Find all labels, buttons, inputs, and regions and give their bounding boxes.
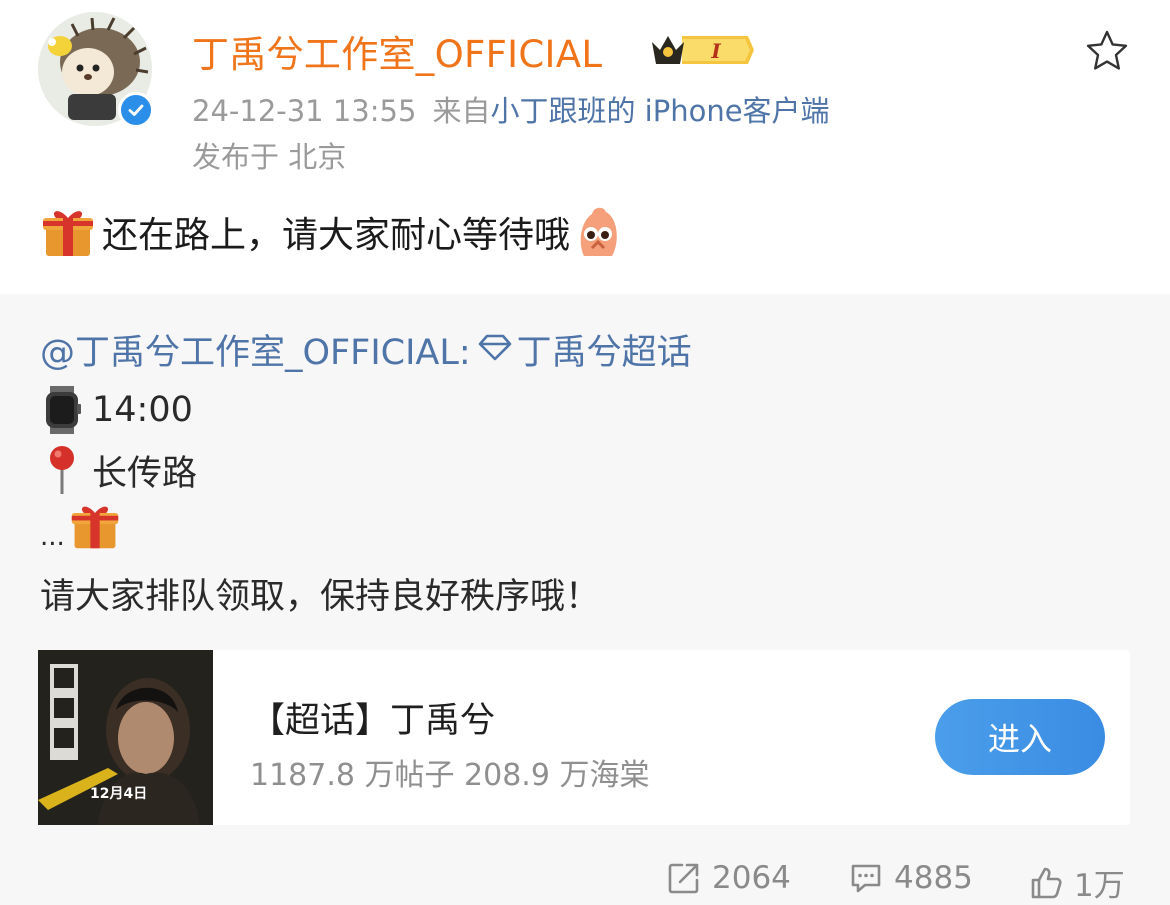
post-body: 还在路上，请大家耐心等待哦: [40, 204, 622, 260]
verified-badge-icon: [118, 92, 154, 128]
retweet-header: @丁禹兮工作室_OFFICIAL: 丁禹兮超话: [40, 324, 692, 375]
post-meta: 24-12-31 13:55 来自小丁跟班的 iPhone客户端: [192, 88, 830, 130]
comment-icon: [851, 864, 881, 893]
event-place-line: 长传路: [40, 444, 197, 496]
thumbs-up-icon: [1031, 867, 1062, 898]
supertopic-card[interactable]: 12月4日 【超话】丁禹兮 1187.8 万帖子 208.9 万海棠 进入: [38, 650, 1130, 825]
post-text: 还在路上，请大家耐心等待哦: [102, 215, 571, 256]
queue-notice: 请大家排队领取，保持良好秩序哦！: [40, 577, 601, 617]
comment-count: 4885: [894, 860, 973, 896]
repost-count: 2064: [712, 860, 791, 896]
supertopic-link[interactable]: 丁禹兮超话: [517, 324, 692, 375]
star-icon[interactable]: [1084, 28, 1130, 74]
post-location: 发布于 北京: [192, 140, 347, 174]
comment-button[interactable]: 4885: [848, 860, 973, 896]
action-bar: 2064 4885 1万: [0, 860, 1170, 904]
username-link[interactable]: 丁禹兮工作室_OFFICIAL: [192, 24, 602, 78]
ellipsis-line: ...: [40, 500, 121, 552]
supertopic-stats: 1187.8 万帖子 208.9 万海棠: [250, 758, 650, 793]
like-count: 1万: [1074, 868, 1125, 904]
poster-date: 12月4日: [90, 786, 147, 802]
pushpin-icon: [40, 444, 84, 496]
post-timestamp: 24-12-31 13:55: [192, 94, 417, 128]
repost-button[interactable]: 2064: [666, 860, 791, 896]
avatar-container[interactable]: [38, 12, 156, 130]
watch-icon: [40, 384, 84, 436]
share-icon: [668, 863, 699, 894]
source-client-link[interactable]: 小丁跟班的 iPhone客户端: [490, 94, 829, 128]
gift-icon: [69, 500, 121, 552]
source-prefix: 来自: [432, 94, 491, 128]
retweet-block[interactable]: @丁禹兮工作室_OFFICIAL: 丁禹兮超话 14:00 长传路 ... 请大…: [0, 294, 1170, 905]
event-time-line: 14:00: [40, 384, 193, 436]
mention-link[interactable]: @丁禹兮工作室_OFFICIAL:: [40, 324, 471, 375]
ellipsis-text: ...: [40, 522, 65, 552]
pray-face-icon: [574, 204, 622, 260]
supertopic-poster-image: 12月4日: [38, 650, 213, 825]
enter-supertopic-button[interactable]: 进入: [935, 699, 1105, 775]
supertopic-title[interactable]: 【超话】丁禹兮: [250, 692, 495, 743]
event-place: 长传路: [92, 453, 198, 494]
favorite-star-button[interactable]: [1084, 28, 1130, 74]
like-button[interactable]: 1万: [1028, 860, 1125, 905]
vip-level-text: I: [710, 39, 721, 63]
vip-crown-badge-icon[interactable]: I: [648, 28, 754, 72]
event-time: 14:00: [92, 390, 193, 430]
gift-icon: [40, 204, 96, 260]
supertopic-diamond-icon: [477, 330, 513, 370]
